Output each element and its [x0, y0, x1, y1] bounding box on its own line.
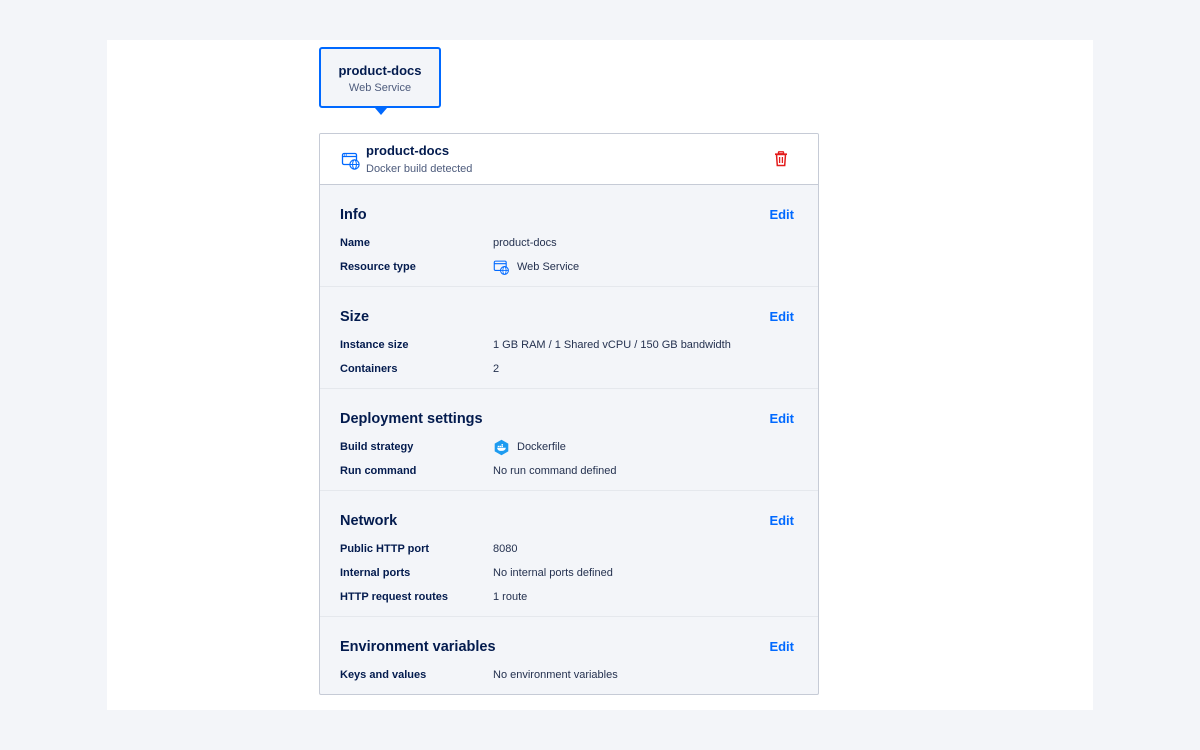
node-subtitle: Web Service — [348, 82, 412, 94]
deploy-row-run: Run command No run command defined — [340, 459, 798, 483]
row-value: No internal ports defined — [493, 567, 613, 579]
node-title: product-docs — [338, 63, 422, 78]
row-label: Containers — [340, 363, 398, 375]
panel-header: product-docs Docker build detected — [320, 134, 818, 185]
row-value: Web Service — [493, 255, 579, 279]
row-label: Keys and values — [340, 669, 427, 681]
row-value: Dockerfile — [493, 435, 566, 459]
edit-env-link[interactable]: Edit — [769, 637, 794, 657]
edit-deployment-link[interactable]: Edit — [769, 409, 794, 429]
row-value: 8080 — [493, 543, 518, 555]
edit-info-link[interactable]: Edit — [769, 205, 794, 225]
edit-size-link[interactable]: Edit — [769, 307, 794, 327]
info-row-resource-type: Resource type Web Service — [340, 255, 798, 279]
row-label: Public HTTP port — [340, 543, 430, 555]
row-label: Instance size — [340, 339, 409, 351]
row-label: Resource type — [340, 261, 416, 273]
row-value: product-docs — [493, 237, 557, 249]
row-value: No environment variables — [493, 669, 618, 681]
resource-node-card[interactable]: product-docs Web Service — [319, 47, 441, 108]
row-label: Build strategy — [340, 441, 414, 453]
network-row-routes: HTTP request routes 1 route — [340, 585, 798, 609]
section-network: Network Edit Public HTTP port 8080 Inter… — [320, 491, 818, 617]
section-deployment: Deployment settings Edit Build strategy — [320, 389, 818, 491]
section-title: Deployment settings — [340, 411, 483, 427]
section-title: Network — [340, 513, 398, 529]
section-title: Size — [340, 309, 370, 325]
section-size: Size Edit Instance size 1 GB RAM / 1 Sha… — [320, 287, 818, 389]
size-row-containers: Containers 2 — [340, 357, 798, 381]
row-label: Internal ports — [340, 567, 411, 579]
panel-subtitle: Docker build detected — [366, 163, 473, 175]
size-row-instance: Instance size 1 GB RAM / 1 Shared vCPU /… — [340, 333, 798, 357]
row-label: Run command — [340, 465, 417, 477]
app-canvas: product-docs Web Service product-docs Do… — [107, 40, 1093, 710]
row-value: 1 route — [493, 591, 528, 603]
section-env: Environment variables Edit Keys and valu… — [320, 617, 818, 694]
trash-icon[interactable] — [772, 150, 790, 168]
section-info: Info Edit Name product-docs Resource typ… — [320, 185, 818, 287]
row-label: HTTP request routes — [340, 591, 448, 603]
resource-type-text: Web Service — [517, 261, 580, 273]
network-row-public-port: Public HTTP port 8080 — [340, 537, 798, 561]
row-value: No run command defined — [493, 465, 617, 477]
build-strategy-text: Dockerfile — [517, 441, 566, 453]
section-title: Environment variables — [340, 639, 496, 655]
network-row-internal-ports: Internal ports No internal ports defined — [340, 561, 798, 585]
info-row-name: Name product-docs — [340, 231, 798, 255]
panel-title: product-docs — [366, 143, 450, 158]
row-value: 1 GB RAM / 1 Shared vCPU / 150 GB bandwi… — [493, 339, 731, 351]
resource-details-panel: product-docs Docker build detected Info … — [319, 133, 819, 695]
edit-network-link[interactable]: Edit — [769, 511, 794, 531]
web-service-icon — [341, 152, 360, 170]
row-value: 2 — [493, 363, 500, 375]
env-row-keys: Keys and values No environment variables — [340, 663, 798, 687]
docker-icon — [494, 439, 509, 455]
node-pointer-arrow — [375, 108, 387, 115]
web-service-icon — [493, 260, 509, 275]
row-label: Name — [340, 237, 370, 249]
deploy-row-build: Build strategy Dockerfile — [340, 435, 798, 459]
section-title: Info — [340, 207, 367, 223]
